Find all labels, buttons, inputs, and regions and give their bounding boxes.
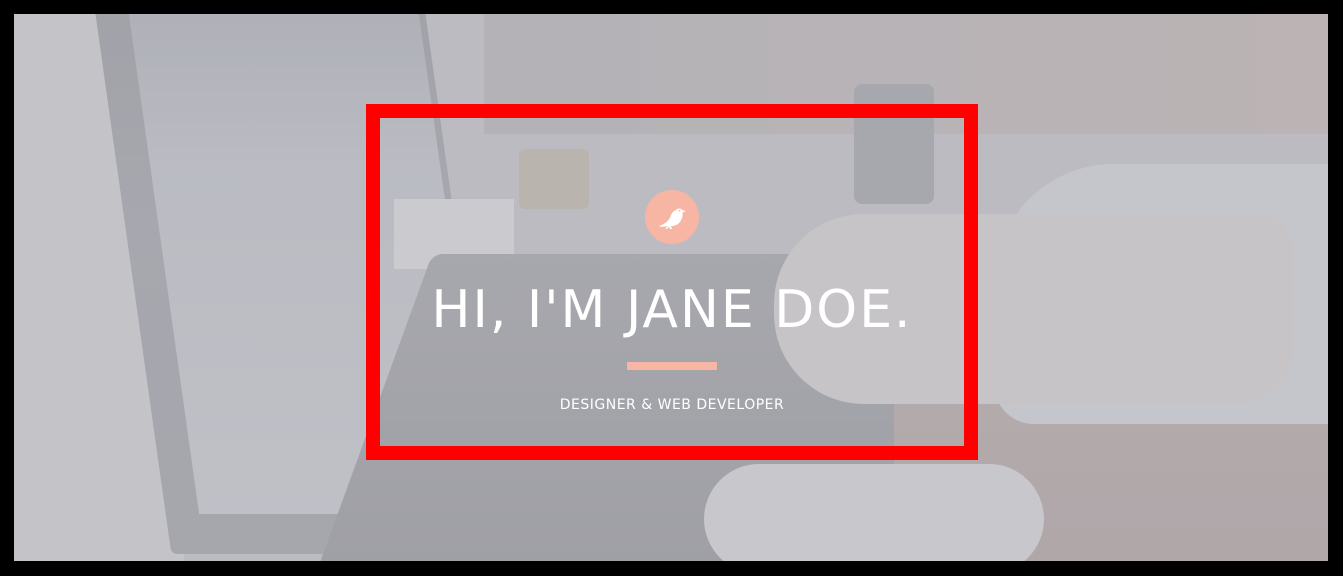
bird-icon bbox=[659, 208, 686, 229]
hero-tagline: DESIGNER & WEB DEVELOPER bbox=[559, 397, 785, 413]
hero-content: HI, I'M JANE DOE. DESIGNER & WEB DEVELOP… bbox=[394, 132, 950, 432]
hero-section: HI, I'M JANE DOE. DESIGNER & WEB DEVELOP… bbox=[14, 14, 1328, 561]
hero-headline: HI, I'M JANE DOE. bbox=[431, 280, 913, 340]
bird-logo[interactable] bbox=[645, 190, 699, 244]
highlight-frame: HI, I'M JANE DOE. DESIGNER & WEB DEVELOP… bbox=[366, 104, 978, 460]
accent-divider bbox=[627, 362, 717, 370]
